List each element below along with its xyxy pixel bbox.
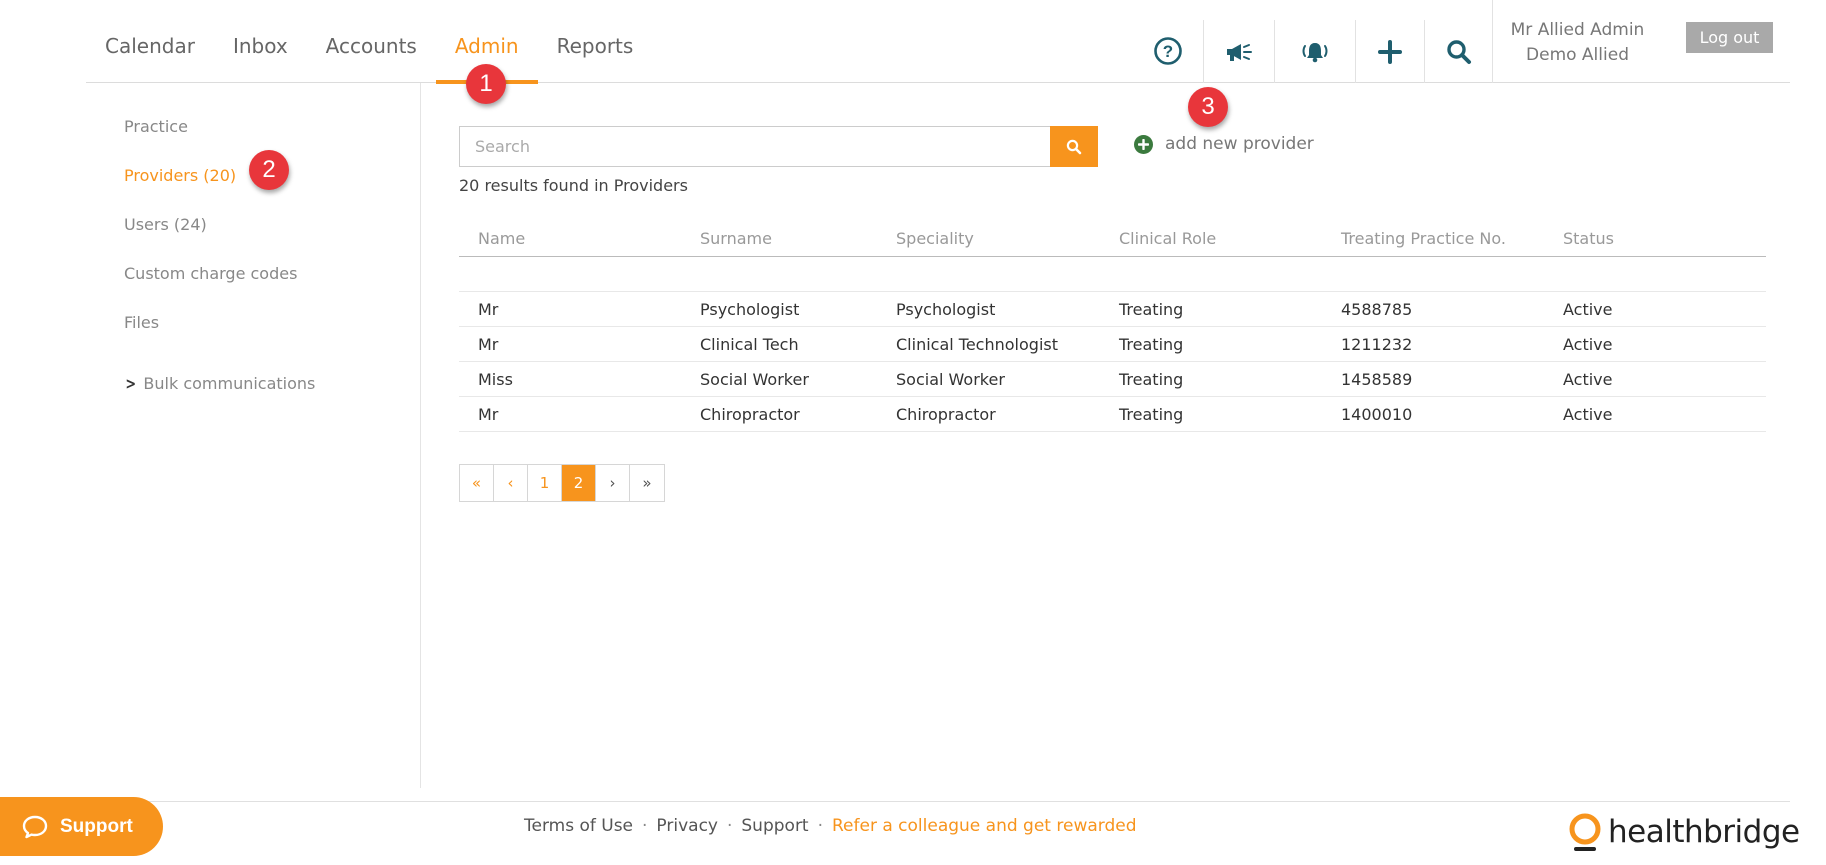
- top-navigation: Calendar Inbox Accounts Admin Reports ?: [86, 0, 1790, 84]
- footer-links: Terms of Use · Privacy · Support · Refer…: [524, 816, 1137, 836]
- footer-separator: ·: [642, 816, 648, 836]
- add-new-provider-link[interactable]: add new provider: [1134, 134, 1314, 154]
- footer-link-privacy[interactable]: Privacy: [656, 816, 718, 836]
- sidebar-item-providers[interactable]: Providers (20): [124, 166, 236, 185]
- sidebar-item-custom-charge-codes[interactable]: Custom charge codes: [124, 264, 297, 283]
- cell-speciality: Social Worker: [896, 370, 1005, 389]
- cell-name: Mr: [478, 335, 499, 354]
- cell-surname: Social Worker: [700, 370, 809, 389]
- previous-page-button[interactable]: ‹: [494, 465, 528, 501]
- sidebar-item-practice[interactable]: Practice: [124, 117, 188, 136]
- provider-search: [459, 126, 1098, 167]
- cell-clinical-role: Treating: [1119, 300, 1184, 319]
- notification-bell-icon: [1302, 42, 1328, 62]
- callout-marker-1: 1: [466, 64, 506, 104]
- user-name: Mr Allied Admin: [1510, 20, 1645, 40]
- cell-practice-no: 1211232: [1341, 335, 1413, 354]
- add-icon: [1378, 39, 1402, 64]
- footer-divider: [86, 801, 1790, 802]
- callout-marker-2: 2: [249, 150, 289, 190]
- cell-practice-no: 1400010: [1341, 405, 1413, 424]
- footer-separator: ·: [726, 816, 733, 836]
- cell-name: Mr: [478, 300, 499, 319]
- column-header-speciality[interactable]: Speciality: [896, 229, 974, 248]
- page-2-button[interactable]: 2: [562, 465, 596, 501]
- cell-surname: Psychologist: [700, 300, 800, 319]
- cell-practice-no: 4588785: [1341, 300, 1413, 319]
- table-row[interactable]: Mr Chiropractor Chiropractor Treating 14…: [459, 397, 1766, 432]
- footer-link-support[interactable]: Support: [741, 816, 808, 836]
- admin-sidebar: Practice Providers (20) Users (24) Custo…: [0, 83, 421, 788]
- cell-clinical-role: Treating: [1119, 370, 1184, 389]
- logout-button[interactable]: Log out: [1686, 22, 1773, 53]
- support-chat-label: Support: [60, 815, 133, 837]
- next-page-button[interactable]: ›: [596, 465, 630, 501]
- table-row[interactable]: Mr Clinical Tech Clinical Technologist T…: [459, 327, 1766, 362]
- sidebar-item-bulk-communications[interactable]: > Bulk communications: [124, 374, 315, 393]
- cell-speciality: Clinical Technologist: [896, 335, 1058, 354]
- callout-marker-3: 3: [1188, 87, 1228, 127]
- table-spacer: [459, 257, 1766, 292]
- cell-surname: Clinical Tech: [700, 335, 799, 354]
- tab-calendar[interactable]: Calendar: [86, 0, 214, 83]
- cell-name: Miss: [478, 370, 513, 389]
- column-header-name[interactable]: Name: [478, 229, 525, 248]
- help-icon: ?: [1154, 37, 1182, 65]
- tab-accounts[interactable]: Accounts: [307, 0, 436, 83]
- cell-speciality: Psychologist: [896, 300, 996, 319]
- footer-link-refer-colleague[interactable]: Refer a colleague and get rewarded: [832, 816, 1137, 836]
- cell-status: Active: [1563, 370, 1613, 389]
- sidebar-item-files[interactable]: Files: [124, 313, 159, 332]
- add-new-provider-label: add new provider: [1165, 134, 1314, 154]
- pagination: « ‹ 1 2 › »: [459, 464, 665, 502]
- search-icon: [1446, 39, 1471, 64]
- providers-table: Name Surname Speciality Clinical Role Tr…: [459, 226, 1766, 432]
- add-circle-icon: [1134, 134, 1153, 154]
- cell-status: Active: [1563, 300, 1613, 319]
- notifications-button[interactable]: [1274, 20, 1355, 83]
- sidebar-item-users[interactable]: Users (24): [124, 215, 207, 234]
- column-header-clinical-role[interactable]: Clinical Role: [1119, 229, 1216, 248]
- user-info: Mr Allied Admin Demo Allied: [1492, 0, 1662, 83]
- tab-inbox[interactable]: Inbox: [214, 0, 307, 83]
- footer-link-terms[interactable]: Terms of Use: [524, 816, 633, 836]
- search-button[interactable]: [1050, 126, 1098, 167]
- last-page-button[interactable]: »: [630, 465, 664, 501]
- global-search-button[interactable]: [1424, 20, 1492, 83]
- table-row[interactable]: Mr Psychologist Psychologist Treating 45…: [459, 292, 1766, 327]
- sidebar-item-label: Bulk communications: [143, 374, 316, 393]
- column-header-surname[interactable]: Surname: [700, 229, 772, 248]
- cell-practice-no: 1458589: [1341, 370, 1413, 389]
- search-input[interactable]: [459, 126, 1050, 167]
- footer-separator: ·: [817, 816, 823, 836]
- first-page-button[interactable]: «: [460, 465, 494, 501]
- table-header: Name Surname Speciality Clinical Role Tr…: [459, 226, 1766, 257]
- healthbridge-logo-mark: [1569, 813, 1601, 851]
- tab-reports[interactable]: Reports: [538, 0, 653, 83]
- add-button[interactable]: [1355, 20, 1424, 83]
- cell-surname: Chiropractor: [700, 405, 800, 424]
- search-icon: [1066, 139, 1082, 154]
- support-chat-button[interactable]: Support: [0, 797, 163, 856]
- column-header-status[interactable]: Status: [1563, 229, 1614, 248]
- cell-clinical-role: Treating: [1119, 335, 1184, 354]
- results-count: 20 results found in Providers: [459, 176, 688, 195]
- cell-status: Active: [1563, 335, 1613, 354]
- healthbridge-logo: healthbridge: [1566, 812, 1800, 852]
- cell-status: Active: [1563, 405, 1613, 424]
- cell-clinical-role: Treating: [1119, 405, 1184, 424]
- cell-speciality: Chiropractor: [896, 405, 996, 424]
- cell-name: Mr: [478, 405, 499, 424]
- announcements-button[interactable]: [1203, 20, 1274, 83]
- chevron-right-icon: >: [125, 374, 137, 393]
- logo-wordmark: healthbridge: [1608, 814, 1800, 850]
- main-tabs: Calendar Inbox Accounts Admin Reports: [86, 0, 653, 84]
- chat-bubble-icon: [22, 815, 48, 838]
- table-row[interactable]: Miss Social Worker Social Worker Treatin…: [459, 362, 1766, 397]
- page-1-button[interactable]: 1: [528, 465, 562, 501]
- column-header-practice-no[interactable]: Treating Practice No.: [1341, 229, 1506, 248]
- svg-text:?: ?: [1163, 42, 1173, 61]
- megaphone-icon: [1227, 43, 1252, 61]
- user-practice: Demo Allied: [1526, 45, 1629, 65]
